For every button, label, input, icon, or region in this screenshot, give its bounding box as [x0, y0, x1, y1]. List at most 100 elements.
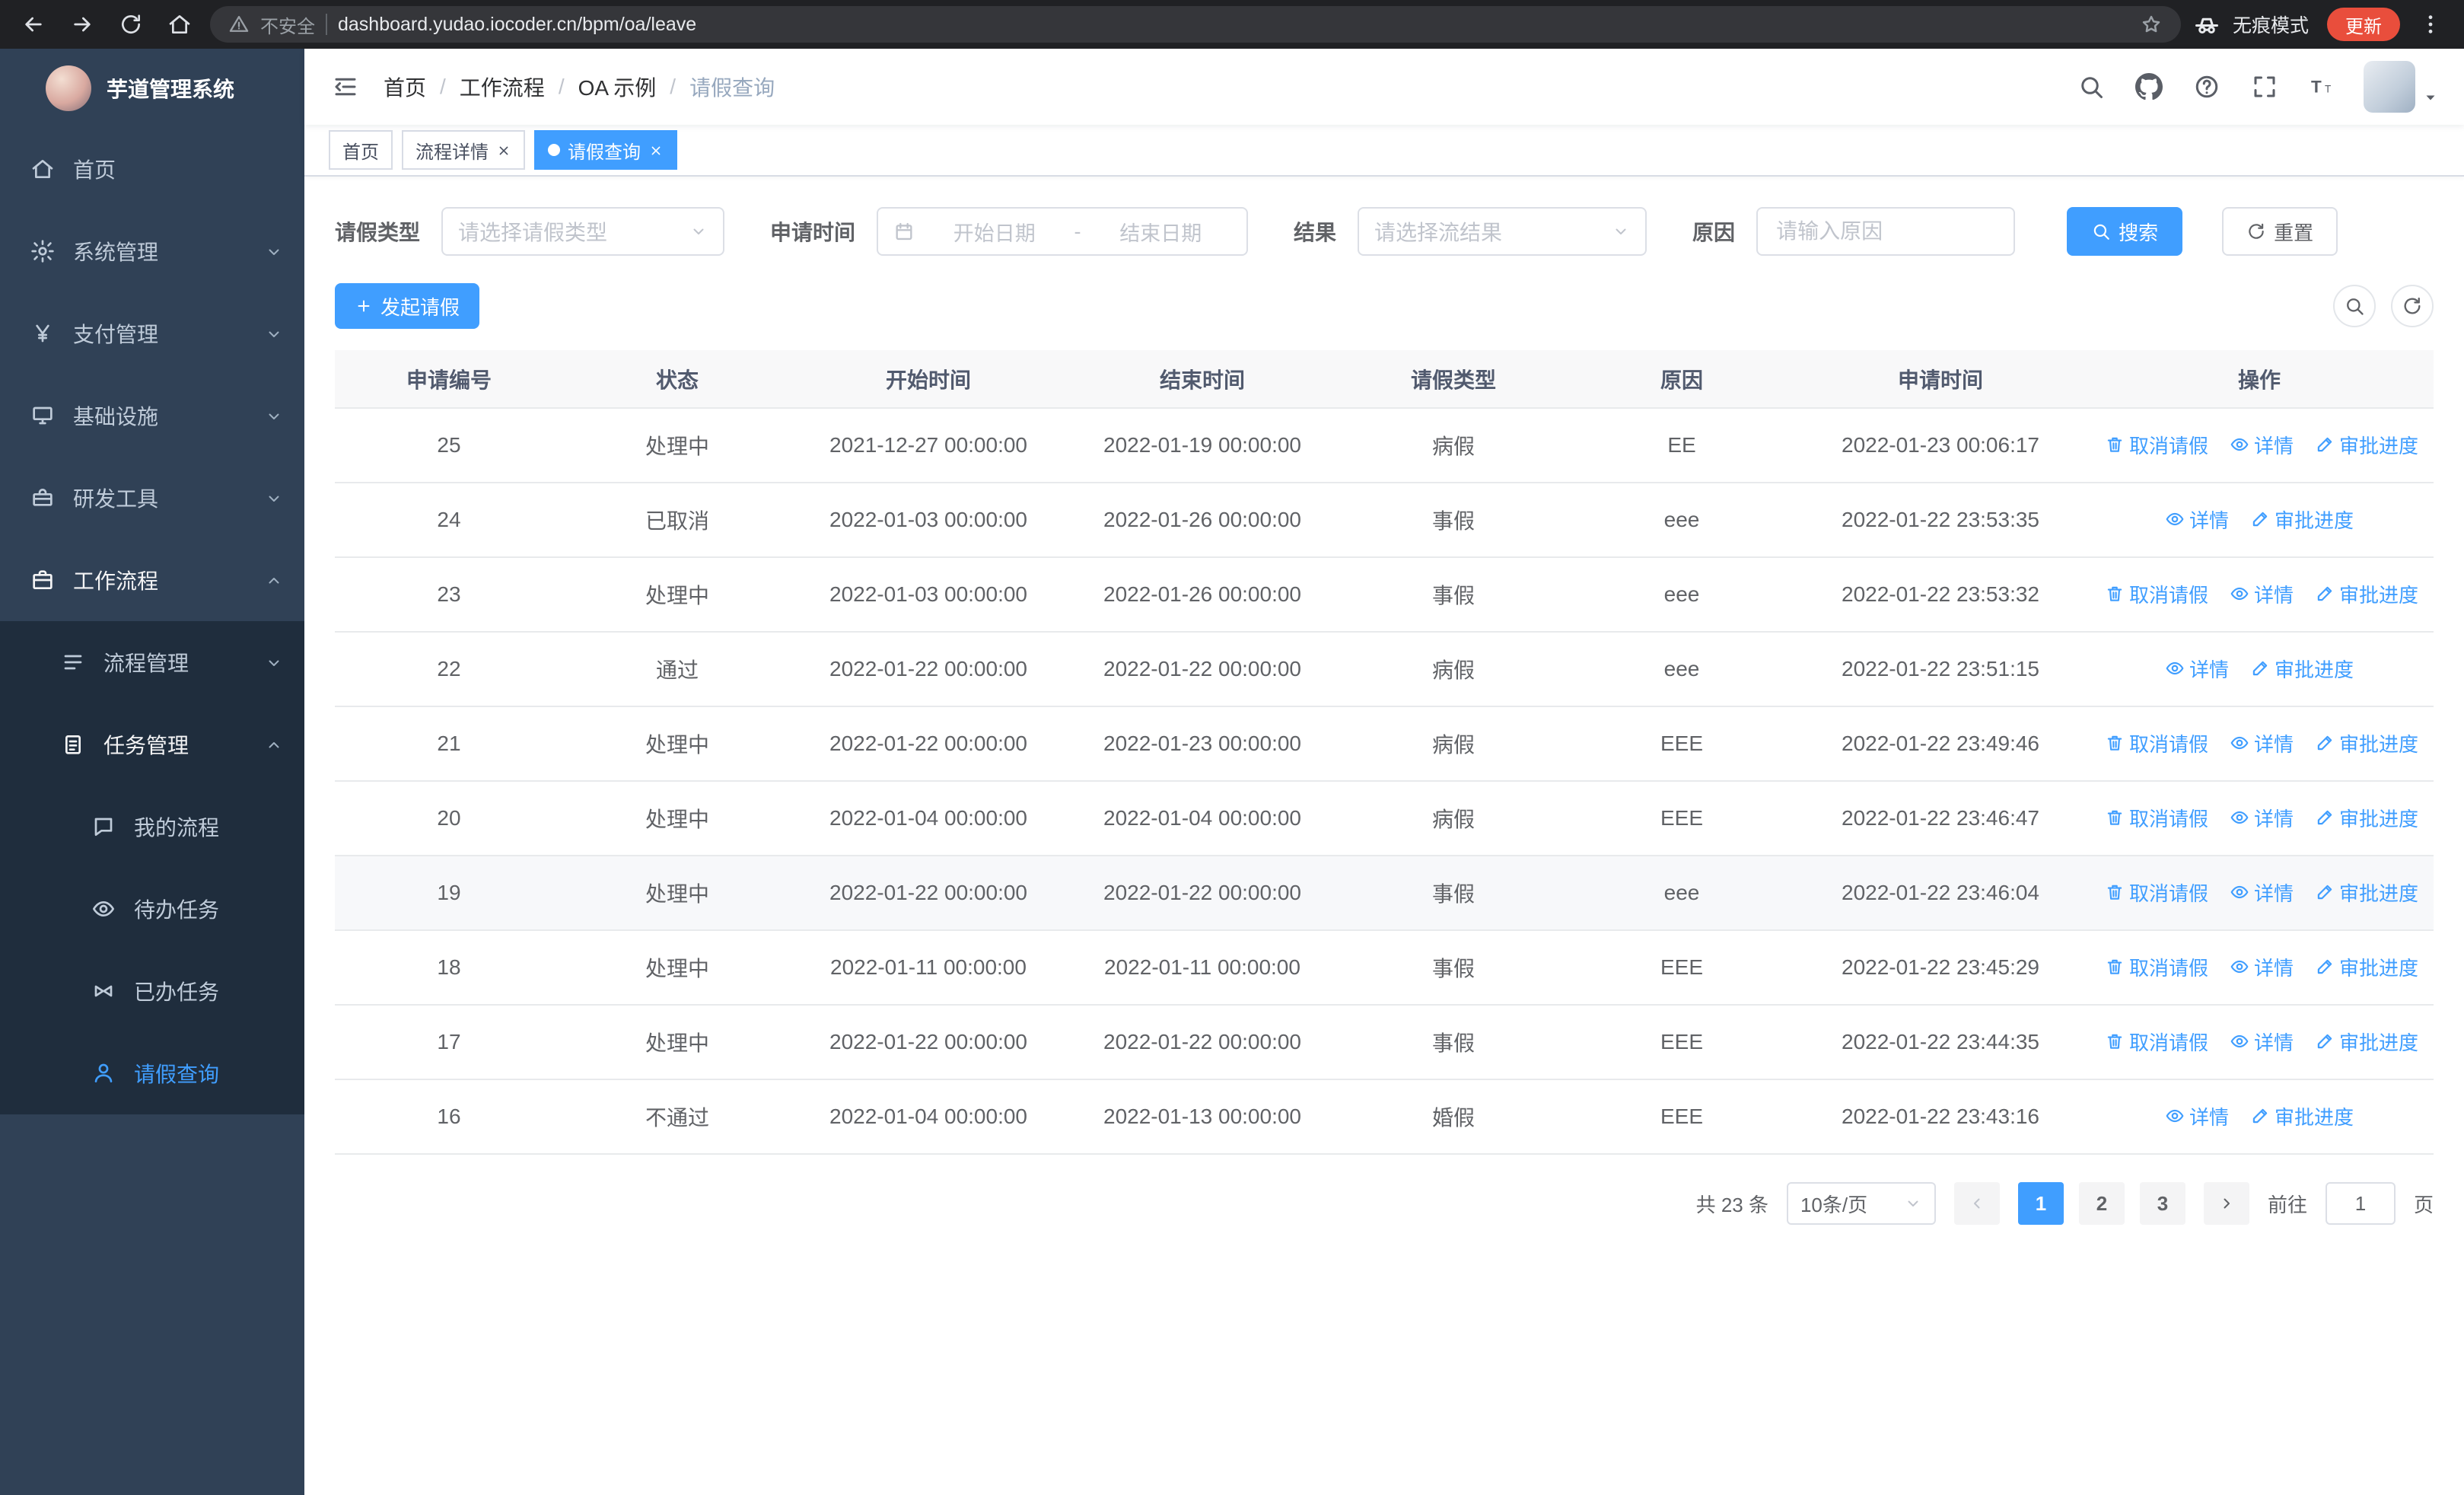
action-progress[interactable]: 审批进度 [2250, 1102, 2354, 1130]
filter-bar: 请假类型 请选择请假类型 申请时间 开始日期 - 结束日期 结果 请选择流结果 … [335, 207, 2434, 256]
table-row: 25 处理中 2021-12-27 00:00:00 2022-01-19 00:00… [335, 408, 2434, 483]
action-detail[interactable]: 详情 [2230, 804, 2294, 832]
action-cancel[interactable]: 取消请假 [2105, 804, 2208, 832]
cell-apply-time: 2022-01-22 23:46:04 [1796, 856, 2085, 931]
action-progress[interactable]: 审批进度 [2315, 431, 2418, 459]
security-warning-icon[interactable] [228, 14, 250, 35]
tab-label: 流程详情 [415, 142, 489, 163]
cell-id: 23 [335, 557, 563, 633]
reset-button[interactable]: 重置 [2222, 207, 2338, 256]
sidebar-item-done-tasks[interactable]: 已办任务 [0, 950, 304, 1032]
tab-home[interactable]: 首页 [329, 130, 393, 170]
cell-actions: 取消请假 详情 审批进度 [2085, 706, 2434, 782]
action-cancel[interactable]: 取消请假 [2105, 431, 2208, 459]
breadcrumb-item[interactable]: 工作流程 [460, 72, 545, 102]
cell-apply-time: 2022-01-22 23:53:35 [1796, 483, 2085, 558]
reason-input[interactable] [1756, 207, 2016, 256]
sidebar-item-workflow[interactable]: 工作流程 [0, 539, 304, 621]
browser-reload-icon[interactable] [113, 6, 149, 43]
action-progress[interactable]: 审批进度 [2250, 655, 2354, 683]
leave-type-select[interactable]: 请选择请假类型 [441, 207, 725, 256]
tab-process-detail[interactable]: 流程详情 [402, 130, 525, 170]
page-button-3[interactable]: 3 [2139, 1182, 2185, 1225]
infrastructure-icon [30, 403, 55, 428]
calendar-icon [893, 221, 915, 242]
sidebar-item-home[interactable]: 首页 [0, 128, 304, 210]
sidebar-item-label: 系统管理 [73, 241, 159, 264]
action-progress[interactable]: 审批进度 [2250, 505, 2354, 534]
create-leave-button[interactable]: 发起请假 [335, 283, 480, 329]
apply-time-range-picker[interactable]: 开始日期 - 结束日期 [877, 207, 1249, 256]
sidebar-item-process-management[interactable]: 流程管理 [0, 621, 304, 703]
sidebar-item-my-process[interactable]: 我的流程 [0, 786, 304, 868]
browser-home-icon[interactable] [161, 6, 198, 43]
page-button-1[interactable]: 1 [2017, 1182, 2064, 1225]
action-cancel[interactable]: 取消请假 [2105, 729, 2208, 757]
action-detail[interactable]: 详情 [2165, 655, 2229, 683]
action-progress[interactable]: 审批进度 [2315, 580, 2418, 608]
action-detail[interactable]: 详情 [2230, 431, 2294, 459]
action-detail[interactable]: 详情 [2230, 729, 2294, 757]
goto-page-input[interactable] [2325, 1182, 2396, 1225]
action-detail[interactable]: 详情 [2230, 878, 2294, 907]
browser-menu-icon[interactable] [2412, 6, 2449, 43]
help-icon[interactable] [2190, 70, 2224, 104]
action-cancel[interactable]: 取消请假 [2105, 953, 2208, 981]
page-button-2[interactable]: 2 [2078, 1182, 2125, 1225]
search-button[interactable]: 搜索 [2067, 207, 2183, 256]
cell-reason: EEE [1568, 706, 1796, 782]
action-detail[interactable]: 详情 [2165, 505, 2229, 534]
action-detail[interactable]: 详情 [2230, 580, 2294, 608]
sidebar-item-dev-tools[interactable]: 研发工具 [0, 457, 304, 539]
action-detail[interactable]: 详情 [2230, 1028, 2294, 1056]
action-progress[interactable]: 审批进度 [2315, 729, 2418, 757]
fullscreen-icon[interactable] [2248, 70, 2281, 104]
browser-back-icon[interactable] [15, 6, 52, 43]
svg-text:T: T [2325, 84, 2331, 95]
breadcrumb-item[interactable]: OA 示例 [578, 72, 657, 102]
action-progress[interactable]: 审批进度 [2315, 1028, 2418, 1056]
github-icon[interactable] [2132, 70, 2166, 104]
toggle-search-button[interactable] [2333, 285, 2376, 327]
sidebar-item-payment-management[interactable]: 支付管理 [0, 292, 304, 375]
sidebar-item-todo-tasks[interactable]: 待办任务 [0, 868, 304, 950]
action-progress[interactable]: 审批进度 [2315, 804, 2418, 832]
breadcrumb-item: 请假查询 [689, 76, 775, 100]
prev-page-button[interactable] [1953, 1182, 2000, 1225]
browser-update-button[interactable]: 更新 [2327, 8, 2400, 41]
action-cancel[interactable]: 取消请假 [2105, 1028, 2208, 1056]
result-select[interactable]: 请选择流结果 [1358, 207, 1647, 256]
cell-end-time: 2022-01-19 00:00:00 [1065, 408, 1339, 483]
address-bar[interactable]: 不安全 dashboard.yudao.iocoder.cn/bpm/oa/le… [210, 6, 2181, 43]
close-icon[interactable] [496, 142, 511, 158]
close-icon[interactable] [648, 142, 664, 158]
page: 不安全 dashboard.yudao.iocoder.cn/bpm/oa/le… [0, 0, 2464, 1495]
table-row: 17 处理中 2022-01-22 00:00:00 2022-01-22 00:00… [335, 1005, 2434, 1080]
next-page-button[interactable] [2203, 1182, 2249, 1225]
header-search-icon[interactable] [2074, 70, 2108, 104]
action-progress[interactable]: 审批进度 [2315, 878, 2418, 907]
bookmark-star-icon[interactable] [2140, 13, 2163, 36]
action-detail[interactable]: 详情 [2165, 1102, 2229, 1130]
app-logo-row[interactable]: 芋道管理系统 [0, 49, 304, 128]
page-size-select[interactable]: 10条/页 [1786, 1182, 1936, 1225]
tags-view: 首页 流程详情 请假查询 [304, 125, 2464, 177]
font-size-icon[interactable]: TT [2306, 70, 2339, 104]
chevron-down-icon [265, 242, 283, 260]
sidebar-item-system-management[interactable]: 系统管理 [0, 210, 304, 292]
cell-end-time: 2022-01-04 00:00:00 [1065, 781, 1339, 856]
sidebar-item-leave-query[interactable]: 请假查询 [0, 1032, 304, 1114]
action-detail[interactable]: 详情 [2230, 953, 2294, 981]
breadcrumb-item[interactable]: 首页 [384, 72, 426, 102]
tab-leave-query[interactable]: 请假查询 [534, 130, 677, 170]
sidebar-item-infrastructure[interactable]: 基础设施 [0, 375, 304, 457]
sidebar-toggle-icon[interactable] [329, 70, 362, 104]
action-cancel[interactable]: 取消请假 [2105, 580, 2208, 608]
action-cancel[interactable]: 取消请假 [2105, 878, 2208, 907]
sidebar-item-task-management[interactable]: 任务管理 [0, 703, 304, 786]
browser-forward-icon[interactable] [64, 6, 100, 43]
action-progress[interactable]: 审批进度 [2315, 953, 2418, 981]
user-avatar[interactable] [2364, 61, 2440, 113]
edit-icon [2315, 584, 2335, 604]
refresh-table-button[interactable] [2391, 285, 2434, 327]
